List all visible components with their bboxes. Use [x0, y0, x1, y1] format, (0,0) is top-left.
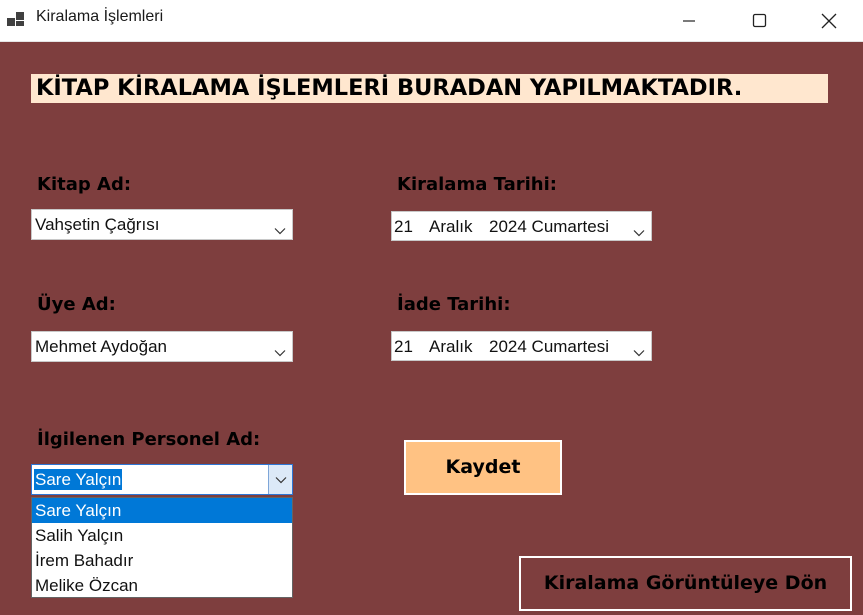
book-value: Vahşetin Çağrısı [35, 215, 160, 234]
staff-option[interactable]: Melike Özcan [32, 573, 292, 598]
staff-option[interactable]: Salih Yalçın [32, 523, 292, 548]
chevron-down-icon [274, 342, 286, 362]
calendar-dropdown-icon[interactable] [633, 222, 645, 242]
maximize-button[interactable] [724, 0, 794, 41]
return-date-month[interactable]: Aralık [429, 337, 472, 357]
rental-date-month[interactable]: Aralık [429, 217, 472, 237]
minimize-icon [682, 14, 696, 28]
book-label: Kitap Ad: [37, 174, 132, 195]
staff-dropdown-button[interactable] [268, 465, 292, 494]
staff-dropdown-list: Sare Yalçın Salih Yalçın İrem Bahadır Me… [31, 497, 293, 598]
close-button[interactable] [794, 0, 863, 41]
calendar-dropdown-icon[interactable] [633, 342, 645, 362]
minimize-button[interactable] [654, 0, 724, 41]
staff-value[interactable]: Sare Yalçın [34, 469, 123, 490]
book-combobox[interactable]: Vahşetin Çağrısı [31, 209, 293, 240]
rental-date-picker[interactable]: 21 Aralık 2024 Cumartesi [391, 211, 652, 241]
rental-date-year-weekday[interactable]: 2024 Cumartesi [489, 217, 609, 237]
app-icon [6, 9, 26, 29]
maximize-icon [752, 13, 767, 28]
window-title: Kiralama İşlemleri [36, 8, 164, 25]
staff-option[interactable]: İrem Bahadır [32, 548, 292, 573]
save-button[interactable]: Kaydet [404, 440, 562, 495]
rental-date-day[interactable]: 21 [394, 217, 413, 237]
close-icon [821, 13, 837, 29]
member-combobox[interactable]: Mehmet Aydoğan [31, 331, 293, 362]
staff-label: İlgilenen Personel Ad: [37, 429, 261, 450]
title-bar: Kiralama İşlemleri [0, 0, 863, 42]
staff-option[interactable]: Sare Yalçın [32, 498, 292, 523]
member-value: Mehmet Aydoğan [35, 337, 167, 356]
staff-combobox[interactable]: Sare Yalçın [31, 464, 293, 495]
member-label: Üye Ad: [37, 294, 116, 315]
rental-date-label: Kiralama Tarihi: [397, 174, 557, 195]
chevron-down-icon [274, 220, 286, 240]
return-date-picker[interactable]: 21 Aralık 2024 Cumartesi [391, 331, 652, 361]
return-date-label: İade Tarihi: [397, 294, 511, 315]
return-date-day[interactable]: 21 [394, 337, 413, 357]
back-to-rentals-button[interactable]: Kiralama Görüntüleye Dön [519, 556, 852, 611]
page-title-banner: KİTAP KİRALAMA İŞLEMLERİ BURADAN YAPILMA… [31, 74, 828, 103]
return-date-year-weekday[interactable]: 2024 Cumartesi [489, 337, 609, 357]
